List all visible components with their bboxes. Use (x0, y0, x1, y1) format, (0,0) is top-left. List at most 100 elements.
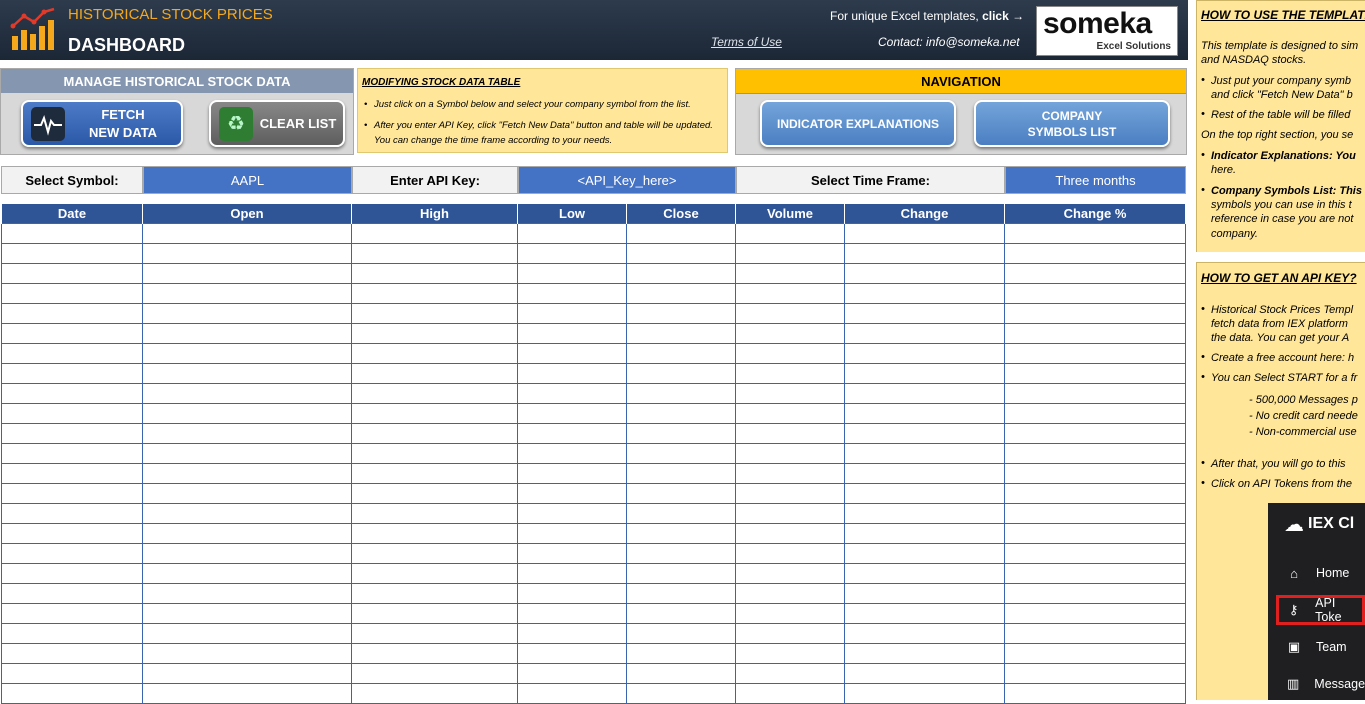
table-cell[interactable] (844, 243, 1005, 264)
table-cell[interactable] (844, 463, 1005, 484)
table-cell[interactable] (735, 463, 845, 484)
table-cell[interactable] (626, 323, 736, 344)
table-cell[interactable] (735, 503, 845, 524)
table-cell[interactable] (1, 443, 143, 464)
table-cell[interactable] (1, 483, 143, 504)
table-cell[interactable] (1004, 563, 1186, 584)
table-cell[interactable] (626, 363, 736, 384)
symbol-dropdown[interactable]: AAPL (143, 166, 352, 194)
table-cell[interactable] (517, 403, 627, 424)
table-cell[interactable] (142, 583, 352, 604)
table-cell[interactable] (142, 443, 352, 464)
table-cell[interactable] (626, 543, 736, 564)
table-cell[interactable] (1, 603, 143, 624)
table-cell[interactable] (735, 423, 845, 444)
table-cell[interactable] (1, 623, 143, 644)
table-cell[interactable] (844, 383, 1005, 404)
clear-list-button[interactable]: ♻ CLEAR LIST (209, 100, 345, 147)
table-cell[interactable] (351, 263, 518, 284)
table-cell[interactable] (1, 303, 143, 324)
table-cell[interactable] (142, 643, 352, 664)
unique-templates-link[interactable]: For unique Excel templates, click → (830, 9, 1024, 23)
table-cell[interactable] (142, 223, 352, 244)
table-cell[interactable] (1004, 463, 1186, 484)
time-frame-dropdown[interactable]: Three months (1005, 166, 1186, 194)
table-cell[interactable] (735, 663, 845, 684)
table-cell[interactable] (844, 583, 1005, 604)
table-cell[interactable] (626, 603, 736, 624)
table-cell[interactable] (626, 503, 736, 524)
table-cell[interactable] (142, 483, 352, 504)
table-cell[interactable] (626, 563, 736, 584)
table-cell[interactable] (1004, 503, 1186, 524)
table-cell[interactable] (1004, 683, 1186, 704)
table-cell[interactable] (351, 343, 518, 364)
table-cell[interactable] (844, 223, 1005, 244)
table-cell[interactable] (1004, 243, 1186, 264)
table-cell[interactable] (844, 623, 1005, 644)
table-cell[interactable] (517, 483, 627, 504)
table-cell[interactable] (1, 323, 143, 344)
api-key-input[interactable]: <API_Key_here> (518, 166, 736, 194)
table-cell[interactable] (517, 263, 627, 284)
table-cell[interactable] (735, 303, 845, 324)
table-cell[interactable] (1, 363, 143, 384)
table-cell[interactable] (517, 303, 627, 324)
table-cell[interactable] (517, 463, 627, 484)
table-cell[interactable] (844, 363, 1005, 384)
table-cell[interactable] (1004, 303, 1186, 324)
table-cell[interactable] (735, 283, 845, 304)
table-cell[interactable] (626, 243, 736, 264)
table-cell[interactable] (517, 223, 627, 244)
table-cell[interactable] (735, 343, 845, 364)
table-cell[interactable] (1, 543, 143, 564)
table-cell[interactable] (844, 303, 1005, 324)
table-cell[interactable] (626, 303, 736, 324)
table-cell[interactable] (142, 383, 352, 404)
table-cell[interactable] (142, 683, 352, 704)
table-cell[interactable] (142, 243, 352, 264)
table-cell[interactable] (142, 663, 352, 684)
table-cell[interactable] (1004, 403, 1186, 424)
table-cell[interactable] (142, 463, 352, 484)
terms-of-use-link[interactable]: Terms of Use (711, 35, 782, 49)
column-header-open[interactable]: Open (142, 204, 352, 224)
table-cell[interactable] (626, 663, 736, 684)
table-cell[interactable] (517, 283, 627, 304)
table-cell[interactable] (735, 263, 845, 284)
table-cell[interactable] (351, 583, 518, 604)
table-cell[interactable] (1, 343, 143, 364)
table-cell[interactable] (351, 623, 518, 644)
table-cell[interactable] (626, 443, 736, 464)
table-cell[interactable] (626, 283, 736, 304)
table-cell[interactable] (844, 343, 1005, 364)
table-cell[interactable] (351, 503, 518, 524)
table-cell[interactable] (351, 663, 518, 684)
table-cell[interactable] (142, 323, 352, 344)
table-cell[interactable] (142, 363, 352, 384)
table-cell[interactable] (142, 523, 352, 544)
table-cell[interactable] (1, 683, 143, 704)
table-cell[interactable] (517, 563, 627, 584)
table-cell[interactable] (626, 643, 736, 664)
table-cell[interactable] (735, 543, 845, 564)
table-cell[interactable] (517, 423, 627, 444)
table-cell[interactable] (142, 503, 352, 524)
table-cell[interactable] (1, 403, 143, 424)
table-cell[interactable] (1004, 283, 1186, 304)
table-cell[interactable] (142, 303, 352, 324)
table-cell[interactable] (517, 543, 627, 564)
column-header-low[interactable]: Low (517, 204, 627, 224)
table-cell[interactable] (735, 583, 845, 604)
table-cell[interactable] (735, 683, 845, 704)
table-cell[interactable] (517, 443, 627, 464)
table-cell[interactable] (517, 663, 627, 684)
table-cell[interactable] (1004, 623, 1186, 644)
table-cell[interactable] (844, 563, 1005, 584)
column-header-close[interactable]: Close (626, 204, 736, 224)
table-cell[interactable] (1, 283, 143, 304)
table-cell[interactable] (626, 423, 736, 444)
table-cell[interactable] (626, 223, 736, 244)
table-cell[interactable] (1004, 443, 1186, 464)
table-cell[interactable] (1, 523, 143, 544)
